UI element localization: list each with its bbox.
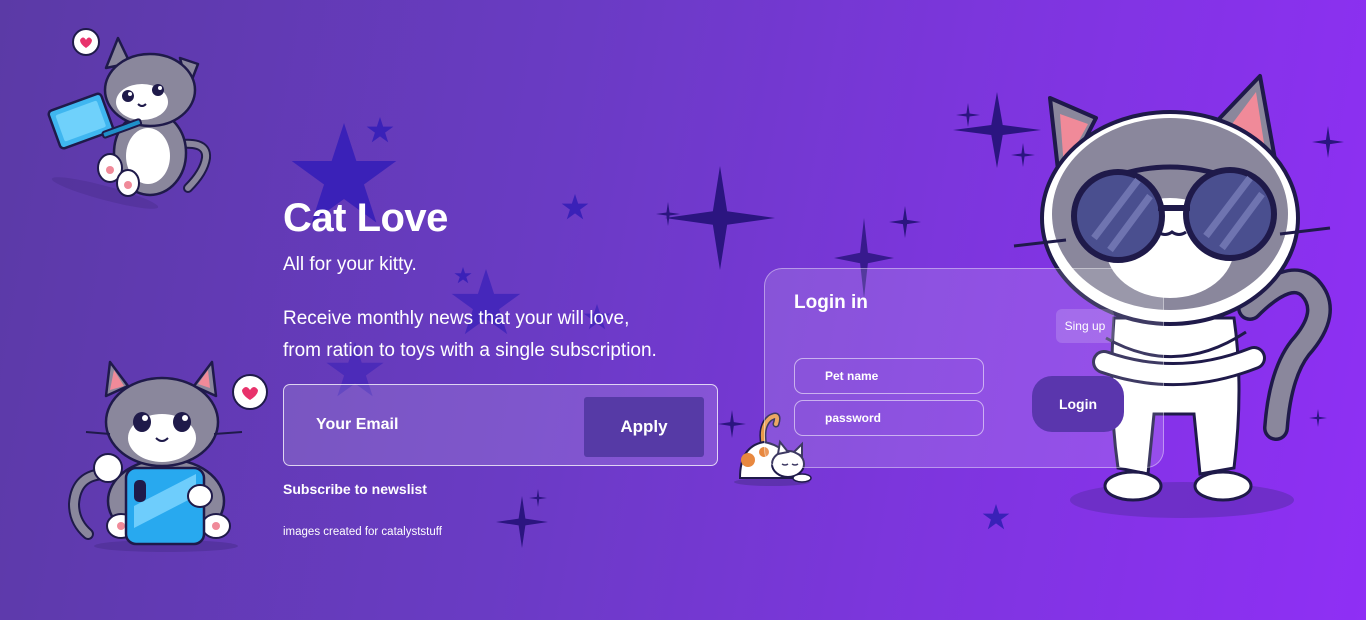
page-title: Cat Love [283, 196, 448, 240]
signup-button[interactable]: Sing up [1056, 309, 1114, 343]
subscribe-link[interactable]: Subscribe to newslist [283, 481, 427, 497]
sparkle-icon [529, 489, 547, 507]
pet-name-input[interactable] [794, 358, 984, 394]
tagline: All for your kitty. [283, 254, 417, 275]
sparkle-icon [889, 206, 921, 238]
sparkle-icon [956, 103, 980, 127]
description-line-2: from ration to toys with a single subscr… [283, 340, 657, 361]
sparkle-icon [665, 166, 775, 270]
email-input[interactable] [302, 407, 600, 443]
star-icon [982, 504, 1010, 530]
star-icon [366, 117, 394, 143]
password-input[interactable] [794, 400, 984, 436]
star-icon [561, 194, 589, 220]
description-line-1: Receive monthly news that your will love… [283, 308, 630, 329]
login-title: Login in [794, 292, 868, 313]
sparkle-icon [656, 202, 680, 226]
star-icon [454, 267, 472, 284]
hero-description: Receive monthly news that your will love… [283, 303, 703, 367]
login-card: Login in Sing up Login [764, 268, 1164, 468]
apply-button[interactable]: Apply [584, 397, 704, 457]
image-credit: images created for catalyststuff [283, 526, 442, 538]
sparkle-icon [496, 496, 548, 548]
login-button[interactable]: Login [1032, 376, 1124, 432]
phone-cat-illustration [67, 360, 268, 552]
laptop-cat-illustration [47, 28, 212, 209]
newsletter-form: Apply [283, 384, 718, 466]
